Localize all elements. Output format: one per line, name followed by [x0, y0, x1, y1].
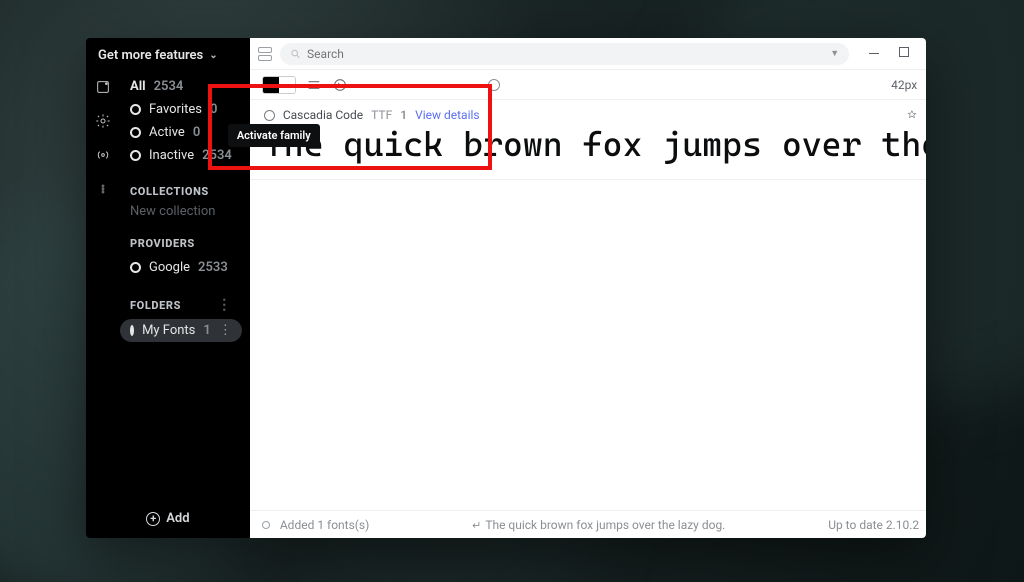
- align-icon[interactable]: [306, 77, 322, 93]
- get-more-features-label: Get more features: [98, 48, 203, 63]
- status-ring-icon: [130, 262, 141, 273]
- return-icon: ↵: [472, 519, 481, 532]
- sidebar-filter-count: 0: [210, 102, 217, 117]
- status-ring-icon: [130, 127, 141, 138]
- status-right: Up to date 2.10.2: [828, 518, 919, 532]
- window-minimize-button[interactable]: [867, 47, 881, 61]
- status-ring-icon: [130, 150, 141, 161]
- sidebar-filter-inactive[interactable]: Inactive 2534: [120, 144, 242, 167]
- gear-icon[interactable]: [95, 113, 111, 129]
- sidebar-filter-count: 2534: [202, 148, 232, 163]
- topbar: ▼: [250, 38, 926, 70]
- collections-heading: COLLECTIONS: [130, 185, 242, 198]
- search-dropdown-icon[interactable]: ▼: [830, 48, 839, 59]
- plus-icon: +: [146, 512, 160, 526]
- font-format: TTF: [371, 108, 392, 122]
- font-name: Cascadia Code: [283, 108, 363, 122]
- shuffle-icon[interactable]: [332, 77, 348, 93]
- font-style-count: 1: [400, 108, 407, 122]
- theme-toggle[interactable]: [262, 76, 296, 94]
- providers-heading: PROVIDERS: [130, 237, 242, 250]
- folders-menu-icon[interactable]: ⋮: [217, 297, 232, 313]
- sidebar-filter-count: 0: [193, 125, 200, 140]
- activate-family-tooltip: Activate family: [228, 124, 320, 147]
- folder-my-fonts[interactable]: My Fonts 1 ⋮: [120, 319, 242, 342]
- search-field[interactable]: ▼: [280, 43, 849, 65]
- provider-google[interactable]: Google 2533: [120, 256, 242, 279]
- search-input[interactable]: [307, 47, 820, 61]
- view-details-link[interactable]: View details: [415, 108, 480, 122]
- layout-toggle[interactable]: [258, 47, 272, 61]
- activate-ring-icon[interactable]: [264, 110, 275, 121]
- provider-label: Google: [149, 260, 190, 275]
- folder-count: 1: [203, 323, 210, 338]
- font-list: Cascadia Code TTF 1 View details The qui…: [250, 100, 926, 510]
- sidebar-filter-label: Inactive: [149, 148, 194, 163]
- add-label: Add: [166, 511, 189, 526]
- sidebar-filter-label: Active: [149, 125, 185, 140]
- status-bar: Added 1 fonts(s) ↵The quick brown fox ju…: [250, 510, 926, 538]
- window-controls: [857, 47, 926, 61]
- sidebar-rail: •••: [86, 71, 120, 501]
- font-row-cascadia[interactable]: Cascadia Code TTF 1 View details The qui…: [250, 100, 926, 180]
- more-rail-icon[interactable]: •••: [101, 185, 106, 194]
- sidebar-filter-favorites[interactable]: Favorites 0: [120, 98, 242, 121]
- status-ring-icon: [130, 104, 141, 115]
- status-center: ↵The quick brown fox jumps over the lazy…: [379, 518, 818, 532]
- search-icon: [290, 48, 301, 60]
- sidebar-filter-active[interactable]: Active 0: [120, 121, 242, 144]
- font-preview-text[interactable]: The quick brown fox jumps over the: [250, 124, 926, 179]
- add-button[interactable]: + Add: [86, 501, 250, 538]
- main-pane: ▼ 42px Cascadia Code: [250, 38, 926, 538]
- status-left: Added 1 fonts(s): [280, 518, 369, 532]
- chevron-down-icon: ⌄: [209, 50, 217, 61]
- status-ring-icon: [130, 325, 134, 336]
- provider-count: 2533: [198, 260, 228, 275]
- sidebar-filter-label: All: [130, 79, 146, 94]
- pin-icon[interactable]: [905, 108, 919, 122]
- broadcast-icon[interactable]: [95, 147, 111, 163]
- sidebar-filter-label: Favorites: [149, 102, 202, 117]
- folder-label: My Fonts: [142, 323, 195, 338]
- toolbar: 42px: [250, 70, 926, 100]
- window-maximize-button[interactable]: [899, 47, 909, 57]
- folder-item-menu-icon[interactable]: ⋮: [219, 323, 232, 338]
- new-collection-button[interactable]: New collection: [130, 204, 242, 219]
- folders-heading: FOLDERS ⋮: [130, 297, 242, 313]
- fonts-icon[interactable]: [95, 79, 111, 95]
- slider-thumb[interactable]: [488, 79, 500, 91]
- size-slider[interactable]: [364, 84, 494, 86]
- size-readout: 42px: [891, 78, 917, 92]
- app-window: Get more features ⌄ ••• All 2534: [86, 38, 926, 538]
- status-dot-icon: [262, 521, 270, 529]
- sidebar-filter-all[interactable]: All 2534: [120, 75, 242, 98]
- sidebar: Get more features ⌄ ••• All 2534: [86, 38, 250, 538]
- get-more-features[interactable]: Get more features ⌄: [86, 38, 250, 71]
- sidebar-filter-count: 2534: [154, 79, 184, 94]
